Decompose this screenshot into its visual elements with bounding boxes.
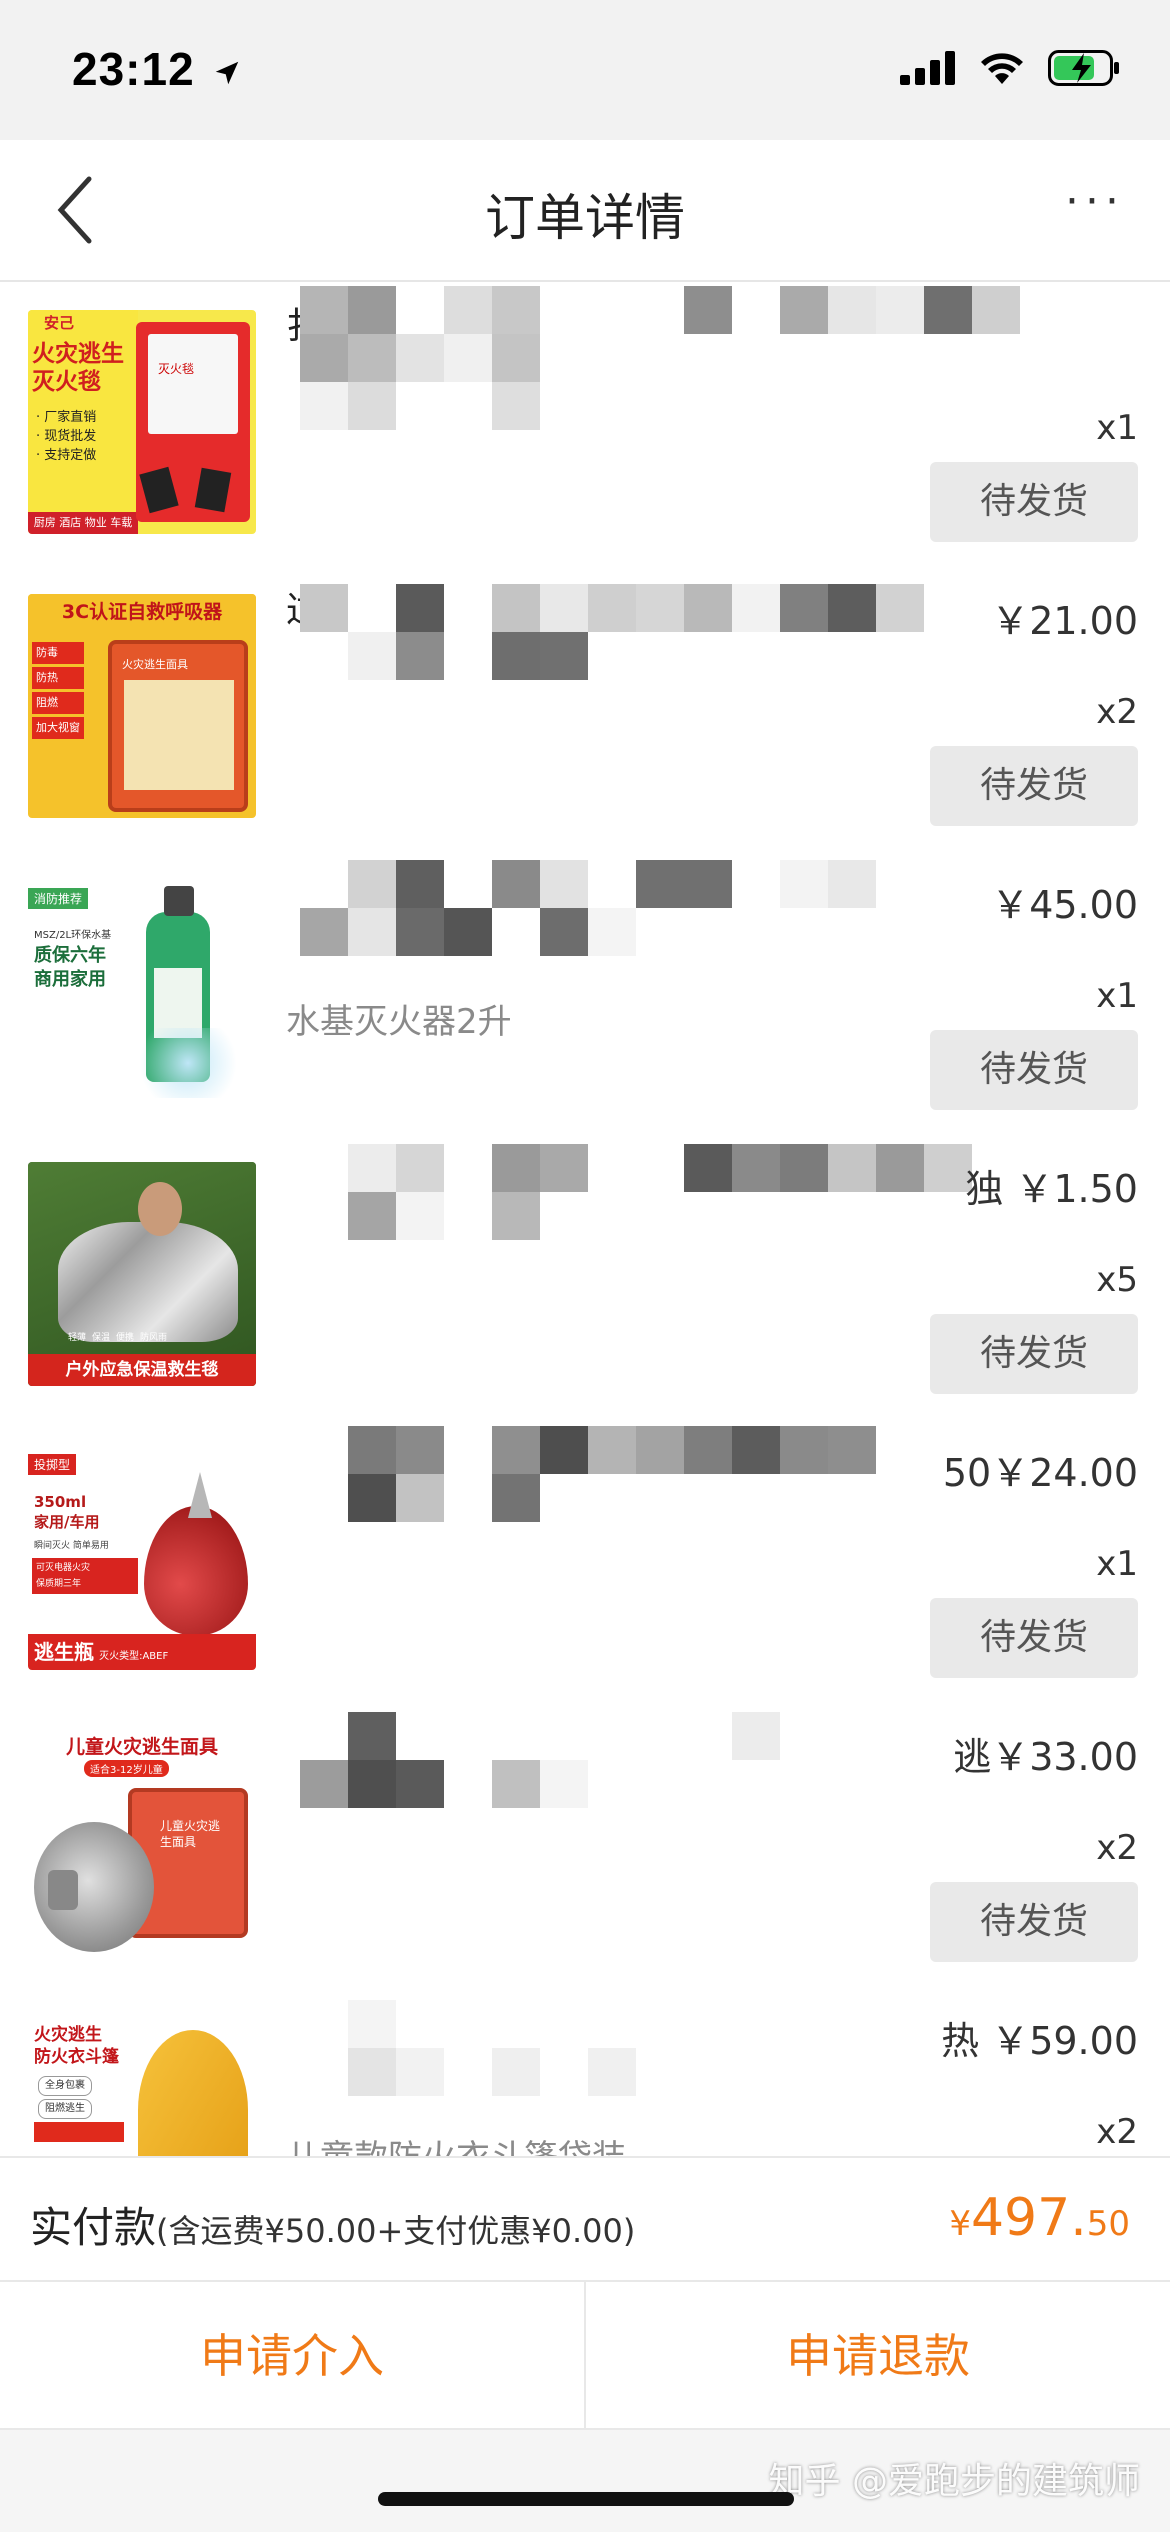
order-item[interactable]: 轻薄 保温 便携 防风雨 户外应急保温救生毯 独 ￥1.50 x5 待发货 [0,1138,1170,1422]
request-intervention-button[interactable]: 申请介入 [0,2282,584,2430]
wifi-icon [981,53,1023,84]
location-arrow-icon [216,61,239,85]
product-image-footer: 厨房 酒店 物业 车载 [28,512,138,534]
product-image-caption: 质保六年 商用家用 [34,945,106,990]
product-image-tag: 消防推荐 [28,888,89,909]
payment-total-bar: 实付款(含运费¥50.00+支付优惠¥0.00) ¥497.50 [0,2156,1170,2282]
product-image-banner: 3C认证自救呼吸器 [28,594,256,630]
order-item-list[interactable]: 安己 火灾逃生 灭火毯 · 厂家直销 · 现货批发 · 支持定做 厨房 酒店 物… [0,284,1170,2156]
product-image-escape-mask[interactable]: 3C认证自救呼吸器 防毒 防热 阻燃 加大视窗 火灾逃生面具 [28,594,256,818]
item-price: ￥45.00 [991,883,1138,927]
item-price: 独 ￥1.50 [965,1167,1138,1211]
product-image-fire-cloak[interactable]: 火灾逃生 防火衣斗篷 全身包裹 阻燃逃生 [28,2014,256,2156]
request-refund-button[interactable]: 申请退款 [584,2282,1170,2430]
item-spec: 水基灭火器2升 [286,1002,512,1042]
product-image-bullets: · 厂家直销 · 现货批发 · 支持定做 [36,410,97,463]
product-image-tag: 适合3-12岁儿童 [84,1760,169,1777]
product-image-bullets: 可灭电器火灾 保质期三年 [32,1558,138,1594]
privacy-mosaic [300,2000,700,2096]
payment-total-amount: ¥497.50 [949,2188,1130,2248]
status-icons [900,50,1120,86]
item-quantity: x2 [1096,2112,1138,2152]
item-price: 逃￥33.00 [953,1735,1138,1779]
status-bar: 23:12 [0,0,1170,140]
item-quantity: x1 [1096,1544,1138,1584]
product-image-caption: 儿童火灾逃生面具 [65,1736,218,1758]
item-price: 热 ￥59.00 [941,2019,1138,2063]
privacy-mosaic [300,860,920,956]
order-item[interactable]: 投掷型 350ml 家用/车用 瞬间灭火 简单易用 可灭电器火灾 保质期三年 逃… [0,1422,1170,1706]
signal-icon [900,51,955,85]
item-quantity: x1 [1096,408,1138,448]
item-quantity: x2 [1096,692,1138,732]
awaiting-shipment-button[interactable]: 待发货 [930,1598,1138,1678]
mask-filter [48,1870,78,1910]
order-item[interactable]: 消防推荐 MSZ/2L环保水基 质保六年 商用家用 水基灭火器2升 ￥45.00… [0,854,1170,1138]
nav-bar: 订单详情 ··· [0,140,1170,282]
privacy-mosaic [300,1712,980,1808]
item-spec: 儿童款防火衣斗篷袋装 [286,2130,626,2156]
privacy-mosaic [300,286,1060,430]
privacy-mosaic [300,1144,980,1240]
payment-total-detail: (含运费¥50.00+支付优惠¥0.00) [156,2212,636,2250]
order-item[interactable]: 火灾逃生 防火衣斗篷 全身包裹 阻燃逃生 儿童款防火衣斗篷袋装 热 ￥59.00… [0,1990,1170,2156]
product-image-tag: 投掷型 [28,1454,77,1475]
status-time: 23:12 [72,42,242,96]
order-item[interactable]: 3C认证自救呼吸器 防毒 防热 阻燃 加大视窗 火灾逃生面具 过用 ￥21.00… [0,570,1170,854]
product-image-fire-bottle[interactable]: 投掷型 350ml 家用/车用 瞬间灭火 简单易用 可灭电器火灾 保质期三年 逃… [28,1446,256,1670]
order-item[interactable]: 儿童火灾逃生面具 适合3-12岁儿童 儿童火灾逃生面具 逃￥33.00 x2 待… [0,1706,1170,1990]
product-image-band [34,2122,124,2142]
item-price: 50￥24.00 [942,1451,1138,1495]
more-dots-icon[interactable]: ··· [1050,180,1140,242]
product-image-bullets: 全身包裹 阻燃逃生 [38,2076,92,2119]
battery-charging-icon [1048,50,1119,86]
watermark: 知乎 @爱跑步的建筑师 [768,2461,1140,2502]
item-quantity: x2 [1096,1828,1138,1868]
awaiting-shipment-button[interactable]: 待发货 [930,746,1138,826]
page-title: 订单详情 [485,189,685,247]
brand-logo: 安己 [44,314,75,332]
product-image-footer: 户外应急保温救生毯 [28,1354,256,1386]
water-splash [128,1028,248,1098]
awaiting-shipment-button[interactable]: 待发货 [930,1314,1138,1394]
awaiting-shipment-button[interactable]: 待发货 [930,462,1138,542]
person-head [138,1182,182,1236]
product-image-tags: 轻薄 保温 便携 防风雨 [68,1333,168,1343]
fire-bottle-cap [188,1472,212,1518]
product-package-label [148,334,238,434]
product-image-caption: 350ml 家用/车用 [34,1493,100,1531]
fire-cloak [138,2030,248,2156]
action-bar: 申请介入 申请退款 [0,2282,1170,2430]
product-package-label [124,680,234,790]
payment-total-label: 实付款(含运费¥50.00+支付优惠¥0.00) [30,2203,636,2252]
item-quantity: x5 [1096,1260,1138,1300]
item-quantity: x1 [1096,976,1138,1016]
product-image-footer: 逃生瓶 灭火类型:ABEF [28,1634,256,1670]
privacy-mosaic [300,584,960,680]
home-indicator[interactable] [378,2492,794,2506]
product-image-bullets: 防毒 防热 阻燃 加大视窗 [32,642,84,739]
product-image-emergency-blanket[interactable]: 轻薄 保温 便携 防风雨 户外应急保温救生毯 [28,1162,256,1386]
bottom-safe-area: 知乎 @爱跑步的建筑师 [0,2430,1170,2532]
awaiting-shipment-button[interactable]: 待发货 [930,1030,1138,1110]
item-price: ￥21.00 [991,599,1138,643]
order-item[interactable]: 安己 火灾逃生 灭火毯 · 厂家直销 · 现货批发 · 支持定做 厨房 酒店 物… [0,286,1170,570]
product-image-caption: 火灾逃生 防火衣斗篷 [34,2025,119,2067]
product-image-caption: 火灾逃生 灭火毯 [32,341,124,395]
privacy-mosaic [300,1426,880,1522]
extinguisher-valve [164,886,194,916]
awaiting-shipment-button[interactable]: 待发货 [930,1882,1138,1962]
silver-blanket [58,1222,238,1342]
product-image-fire-blanket[interactable]: 安己 火灾逃生 灭火毯 · 厂家直销 · 现货批发 · 支持定做 厨房 酒店 物… [28,310,256,534]
fire-bottle-body [144,1506,248,1636]
product-image-child-mask[interactable]: 儿童火灾逃生面具 适合3-12岁儿童 儿童火灾逃生面具 [28,1730,256,1954]
product-image-extinguisher[interactable]: 消防推荐 MSZ/2L环保水基 质保六年 商用家用 [28,878,256,1102]
